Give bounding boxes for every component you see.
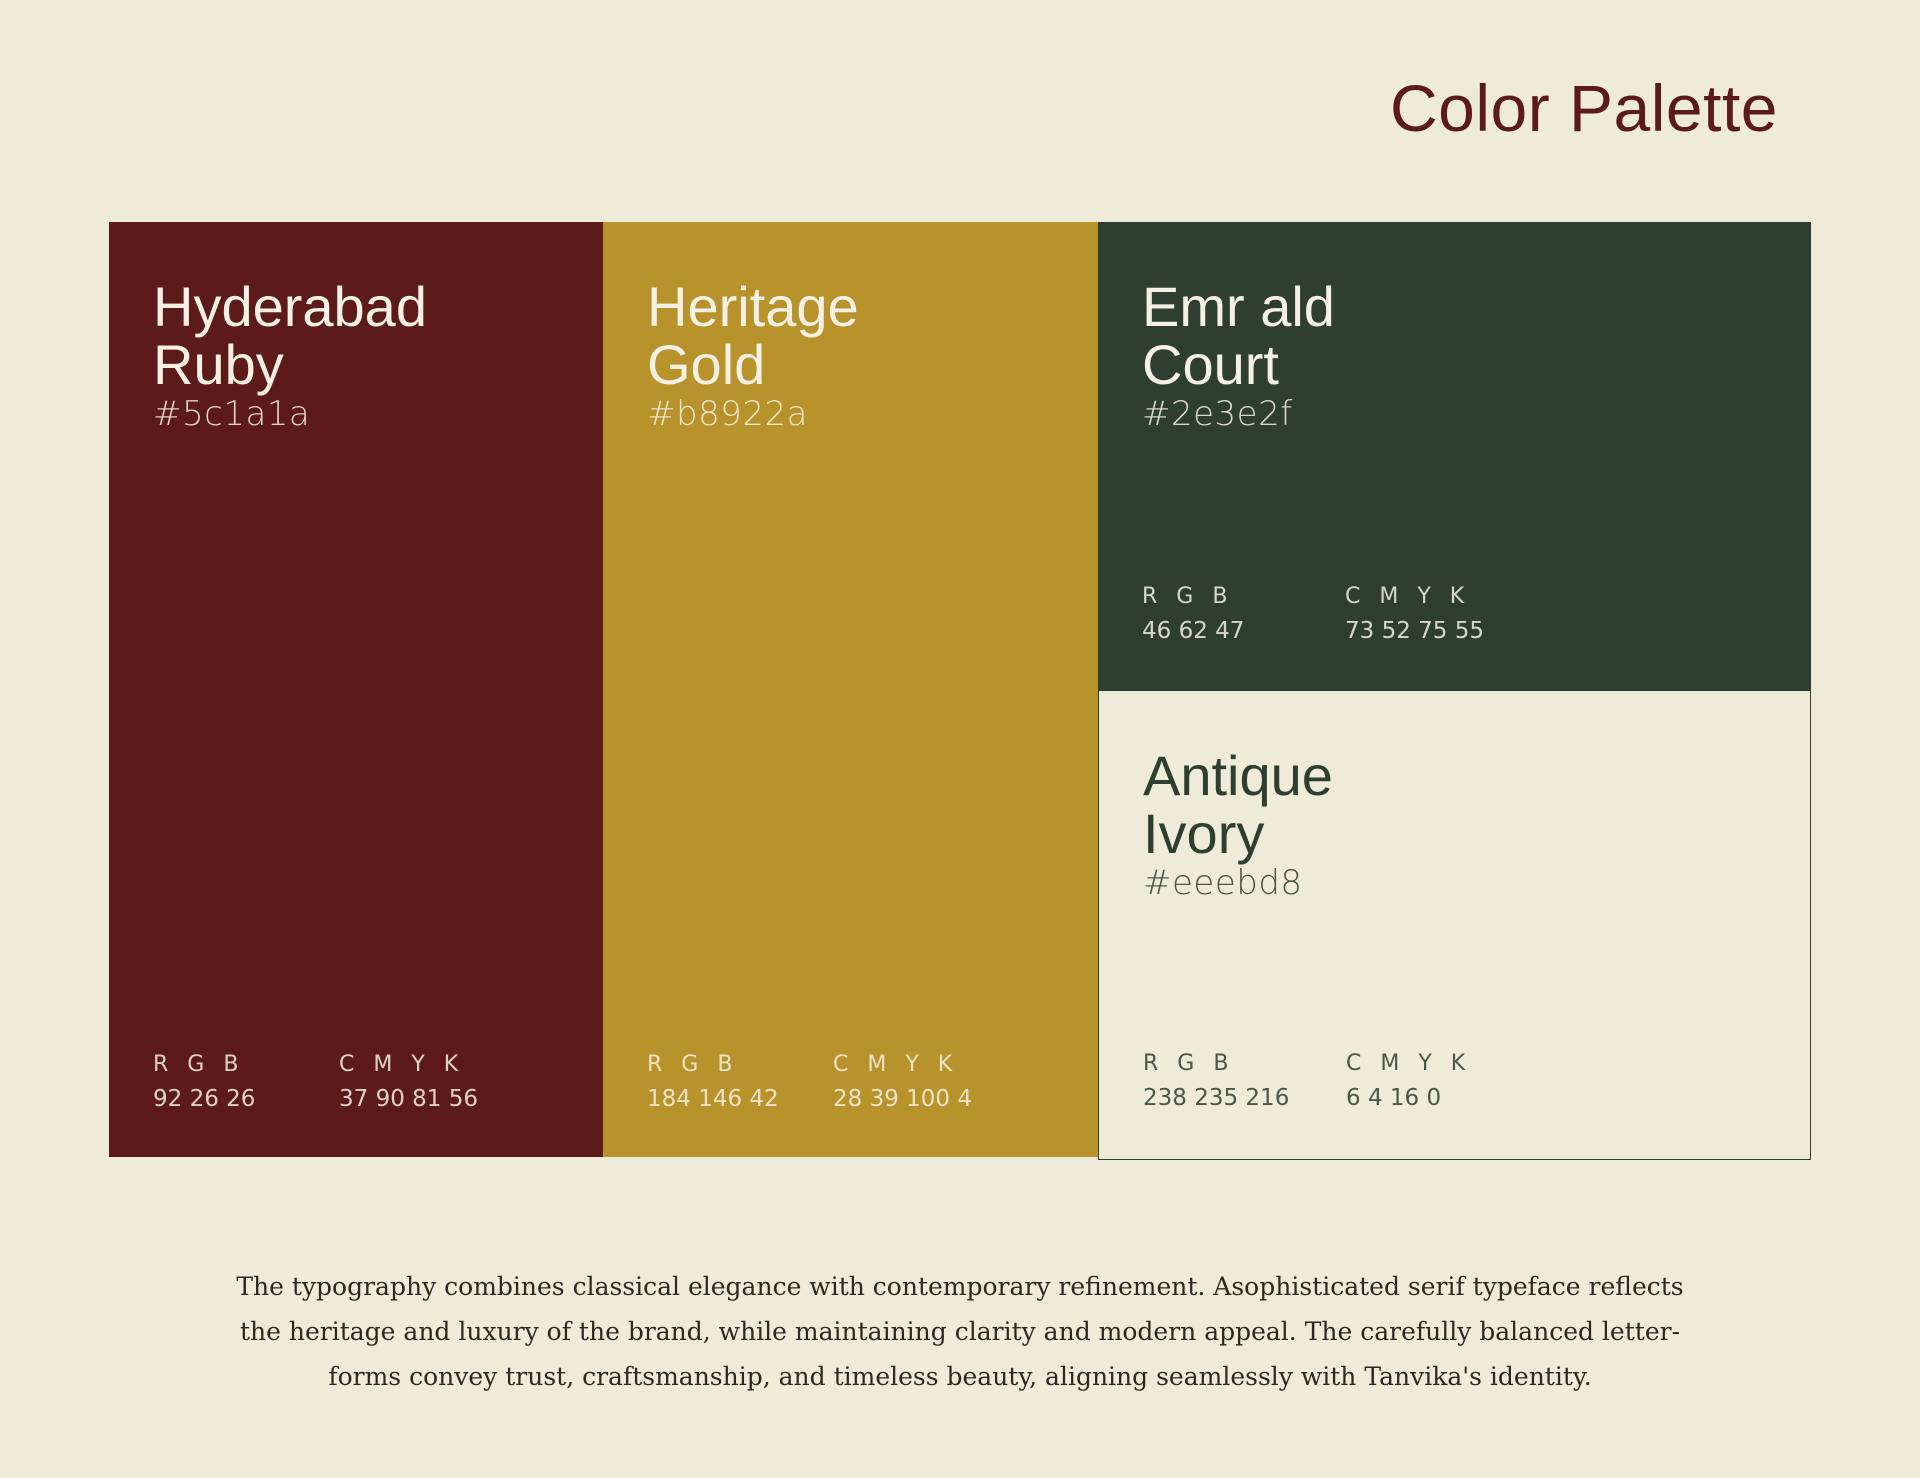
swatch-hex-code: #b8922a (647, 394, 808, 434)
swatch-name: Heritage Gold (647, 278, 1047, 394)
rgb-column: R G B 238 235 216 (1143, 1049, 1346, 1113)
cmyk-value: 73 52 75 55 (1345, 618, 1484, 644)
swatch-name-line2: Ivory (1143, 802, 1265, 865)
color-values: R G B 92 26 26 C M Y K 37 90 81 56 (153, 1050, 478, 1114)
color-values: R G B 46 62 47 C M Y K 73 52 75 55 (1142, 582, 1484, 646)
swatch-hex-code: #2e3e2f (1142, 394, 1293, 434)
swatch-name-line1: Emr ald (1142, 275, 1335, 338)
rgb-column: R G B 184 146 42 (647, 1050, 833, 1114)
cmyk-column: C M Y K 6 4 16 0 (1346, 1049, 1471, 1113)
cmyk-label: C M Y K (1346, 1051, 1472, 1076)
cmyk-value: 37 90 81 56 (339, 1086, 478, 1112)
cmyk-value: 28 39 100 4 (833, 1086, 972, 1112)
swatch-emerald-court: Emr ald Court #2e3e2f R G B 46 62 47 C M… (1098, 222, 1811, 690)
rgb-label: R G B (647, 1052, 739, 1077)
description-line: forms convey trust, craftsmanship, and t… (328, 1362, 1592, 1391)
swatch-name-line1: Heritage (647, 275, 859, 338)
swatch-heritage-gold: Heritage Gold #b8922a R G B 184 146 42 C… (603, 222, 1098, 1157)
rgb-value: 184 146 42 (647, 1086, 779, 1112)
cmyk-label: C M Y K (1345, 584, 1471, 609)
description-line: the heritage and luxury of the brand, wh… (239, 1317, 1681, 1346)
swatch-name-line1: Hyderabad (153, 275, 427, 338)
rgb-value: 238 235 216 (1143, 1085, 1290, 1111)
rgb-value: 92 26 26 (153, 1086, 256, 1112)
swatch-name-line2: Court (1142, 333, 1279, 396)
swatch-name: Emr ald Court (1142, 278, 1542, 394)
rgb-label: R G B (1143, 1051, 1235, 1076)
rgb-label: R G B (1142, 584, 1234, 609)
swatch-name: Hyderabad Ruby (153, 278, 553, 394)
rgb-column: R G B 46 62 47 (1142, 582, 1345, 646)
swatch-hex-code: #5c1a1a (153, 394, 311, 434)
swatch-antique-ivory: Antique Ivory #eeebd8 R G B 238 235 216 … (1098, 690, 1811, 1160)
rgb-label: R G B (153, 1052, 245, 1077)
color-values: R G B 238 235 216 C M Y K 6 4 16 0 (1143, 1049, 1471, 1113)
typography-description: The typography combines classical elegan… (160, 1264, 1760, 1399)
color-values: R G B 184 146 42 C M Y K 28 39 100 4 (647, 1050, 972, 1114)
cmyk-label: C M Y K (339, 1052, 465, 1077)
cmyk-value: 6 4 16 0 (1346, 1085, 1442, 1111)
swatch-name: Antique Ivory (1143, 747, 1543, 863)
swatch-name-line2: Ruby (153, 333, 284, 396)
cmyk-column: C M Y K 37 90 81 56 (339, 1050, 478, 1114)
cmyk-label: C M Y K (833, 1052, 959, 1077)
cmyk-column: C M Y K 28 39 100 4 (833, 1050, 972, 1114)
cmyk-column: C M Y K 73 52 75 55 (1345, 582, 1484, 646)
swatch-name-line2: Gold (647, 333, 766, 396)
rgb-value: 46 62 47 (1142, 618, 1245, 644)
swatch-name-line1: Antique (1143, 744, 1333, 807)
rgb-column: R G B 92 26 26 (153, 1050, 339, 1114)
page-title: Color Palette (1389, 71, 1778, 145)
description-line: The typography combines classical elegan… (236, 1272, 1684, 1301)
swatch-hyderabad-ruby: Hyderabad Ruby #5c1a1a R G B 92 26 26 C … (109, 222, 603, 1157)
swatch-hex-code: #eeebd8 (1143, 863, 1303, 903)
